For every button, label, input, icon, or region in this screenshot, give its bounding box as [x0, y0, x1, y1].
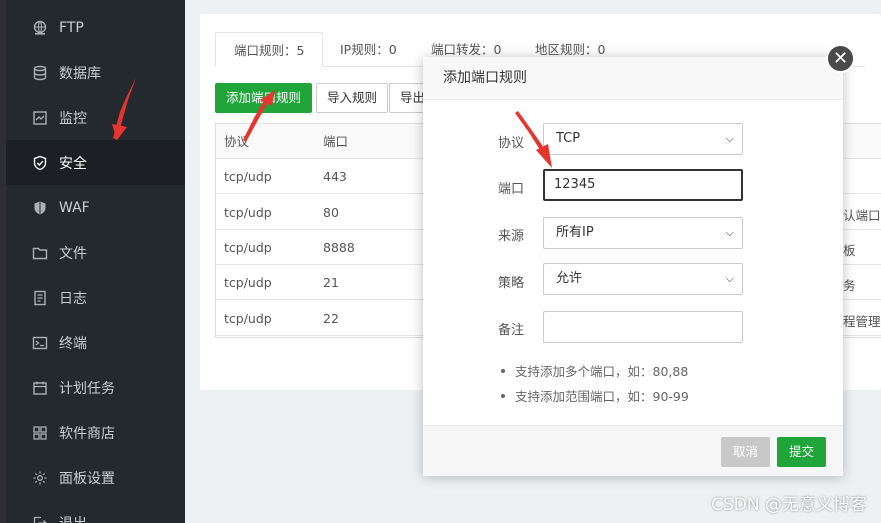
protocol-cell: tcp/udp: [224, 311, 272, 326]
dialog-title: 添加端口规则: [423, 57, 843, 100]
import-rules-button[interactable]: 导入规则: [316, 83, 389, 113]
note-cell: 板: [843, 243, 856, 258]
sidebar-item-panel-settings[interactable]: 面板设置: [0, 455, 185, 500]
protocol-cell: tcp/udp: [224, 275, 272, 290]
source-selected-value: 所有IP: [556, 225, 594, 240]
protocol-select[interactable]: TCP ⌵: [543, 123, 743, 155]
sidebar-item-logout[interactable]: 退出: [0, 500, 185, 523]
window-edge: [0, 0, 6, 523]
sidebar-item-monitor[interactable]: 监控: [0, 95, 185, 140]
sidebar-item-waf[interactable]: WAF: [0, 185, 185, 230]
sidebar-item-cron[interactable]: 计划任务: [0, 365, 185, 410]
remark-input[interactable]: [543, 311, 743, 343]
port-input[interactable]: 12345: [543, 169, 743, 201]
sidebar-item-label: 计划任务: [59, 380, 115, 397]
dialog-footer: 取消 提交: [423, 425, 843, 476]
chevron-down-icon: ⌵: [725, 272, 734, 285]
note-cell: 认端口: [843, 208, 881, 223]
chevron-down-icon: ⌵: [725, 226, 734, 239]
column-header-protocol: 协议: [224, 134, 250, 149]
help-tips: 支持添加多个端口，如：80,88 支持添加范围端口，如：90-99: [501, 359, 689, 409]
add-port-rule-button[interactable]: 添加端口规则: [215, 83, 313, 113]
policy-selected-value: 允许: [556, 271, 583, 286]
apps-grid-icon: [32, 425, 48, 441]
waf-shield-icon: [32, 200, 48, 216]
database-icon: [32, 65, 48, 81]
tab-port-rules[interactable]: 端口规则：5: [215, 32, 324, 67]
sidebar: FTP 数据库 监控 安全 WAF 文件 日志 终端 计划任务 软件商店 面板设…: [0, 0, 185, 523]
policy-select[interactable]: 允许 ⌵: [543, 263, 743, 295]
port-label: 端口: [498, 182, 525, 197]
sidebar-item-app-store[interactable]: 软件商店: [0, 410, 185, 455]
sidebar-item-label: 日志: [59, 290, 87, 307]
sidebar-item-ftp[interactable]: FTP: [0, 5, 185, 50]
watermark: CSDN @无意义博客: [711, 495, 867, 515]
calendar-icon: [32, 380, 48, 396]
gear-icon: [32, 470, 48, 486]
port-cell: 8888: [323, 240, 355, 255]
sidebar-item-label: 软件商店: [59, 425, 115, 442]
submit-button[interactable]: 提交: [777, 437, 827, 467]
source-select[interactable]: 所有IP ⌵: [543, 217, 743, 249]
port-cell: 21: [323, 275, 339, 290]
sidebar-item-label: WAF: [59, 199, 90, 216]
note-cell: 务: [843, 278, 856, 293]
logout-icon: [32, 515, 48, 523]
source-label: 来源: [498, 229, 525, 244]
tip-item: 支持添加多个端口，如：80,88: [501, 359, 689, 384]
policy-label: 策略: [498, 276, 525, 291]
sidebar-item-files[interactable]: 文件: [0, 230, 185, 275]
port-cell: 80: [323, 205, 339, 220]
sidebar-item-logs[interactable]: 日志: [0, 275, 185, 320]
terminal-icon: [32, 335, 48, 351]
add-port-rule-dialog: 添加端口规则 协议 TCP ⌵ 端口 12345 来源 所有IP ⌵ 策略 允许…: [423, 57, 843, 476]
protocol-cell: tcp/udp: [224, 169, 272, 184]
protocol-selected-value: TCP: [556, 131, 581, 146]
sidebar-item-database[interactable]: 数据库: [0, 50, 185, 95]
log-icon: [32, 290, 48, 306]
sidebar-item-label: 文件: [59, 245, 87, 262]
close-icon: ✕: [832, 48, 849, 69]
note-cell: 程管理服: [843, 314, 881, 329]
sidebar-item-label: 退出: [59, 513, 87, 523]
sidebar-item-label: 面板设置: [59, 470, 115, 487]
monitor-icon: [32, 110, 48, 126]
port-cell: 443: [323, 169, 347, 184]
tip-item: 支持添加范围端口，如：90-99: [501, 384, 689, 409]
sidebar-item-label: 监控: [59, 110, 87, 127]
tab-ip-rules[interactable]: IP规则：0: [322, 32, 415, 67]
protocol-cell: tcp/udp: [224, 205, 272, 220]
sidebar-item-label: 终端: [59, 335, 87, 352]
column-header-port: 端口: [323, 134, 349, 149]
sidebar-item-label: FTP: [59, 19, 84, 36]
port-cell: 22: [323, 311, 339, 326]
protocol-label: 协议: [498, 136, 525, 151]
sidebar-item-security[interactable]: 安全: [0, 140, 185, 185]
folder-icon: [32, 245, 48, 261]
sidebar-item-label: 安全: [59, 155, 87, 172]
sidebar-item-label: 数据库: [59, 65, 101, 82]
ftp-icon: [32, 20, 48, 36]
protocol-cell: tcp/udp: [224, 240, 272, 255]
sidebar-item-terminal[interactable]: 终端: [0, 320, 185, 365]
remark-label: 备注: [498, 323, 525, 338]
cancel-button[interactable]: 取消: [721, 437, 771, 467]
close-dialog-button[interactable]: ✕: [826, 44, 855, 73]
shield-icon: [32, 155, 48, 171]
chevron-down-icon: ⌵: [725, 132, 734, 145]
